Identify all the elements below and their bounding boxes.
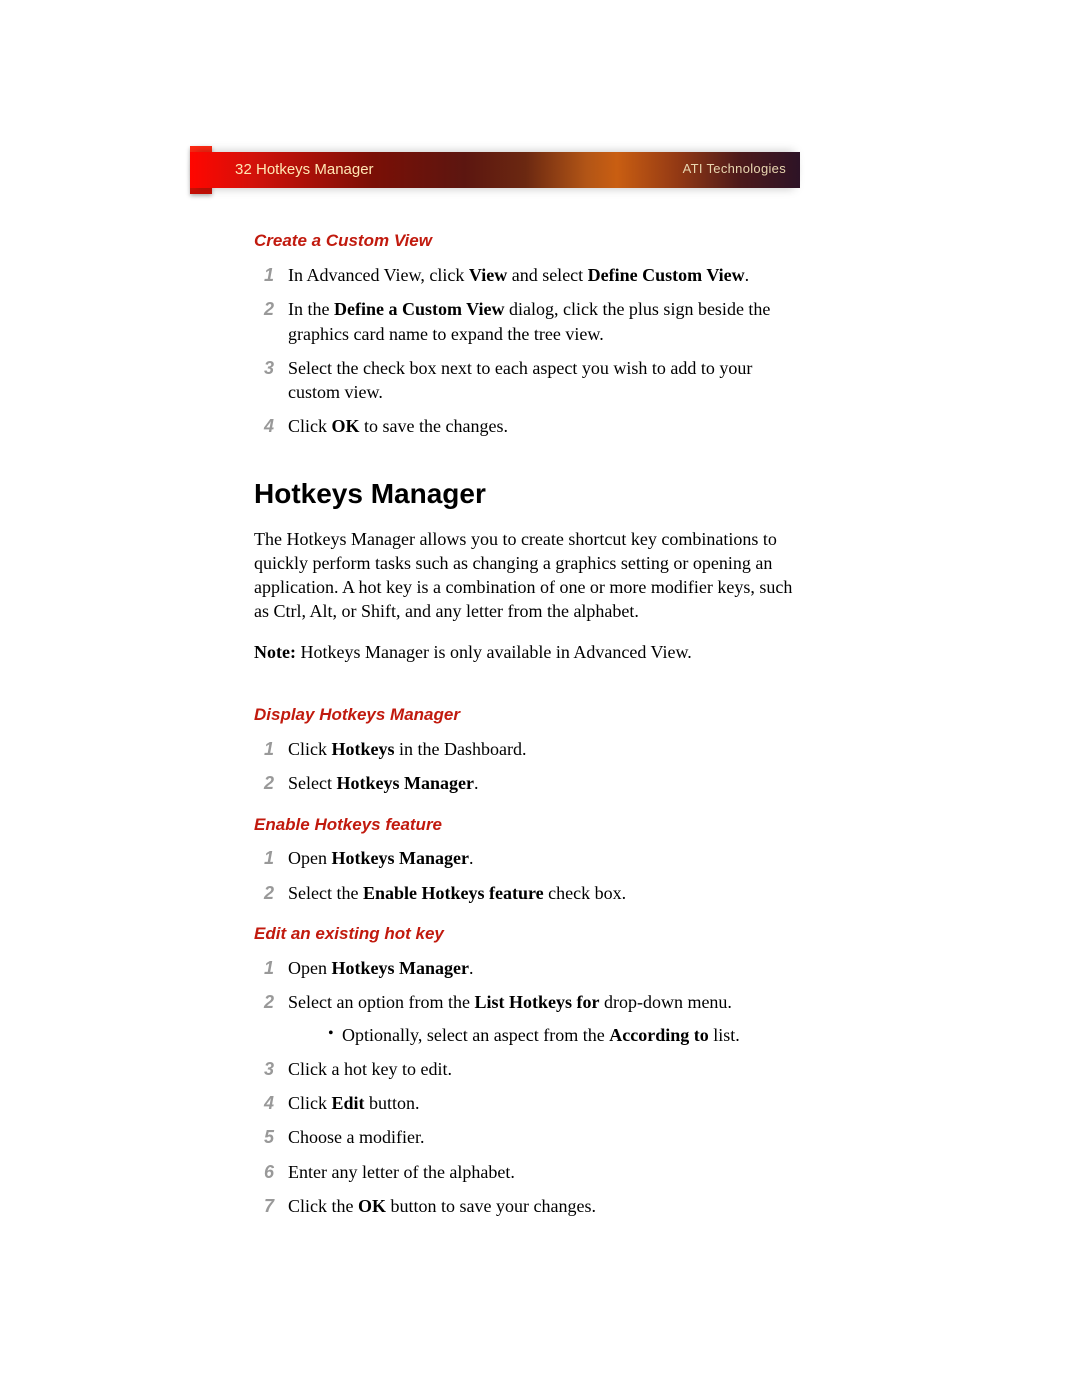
step-bold: Define a Custom View bbox=[334, 299, 504, 319]
step-item: Select the check box next to each aspect… bbox=[254, 356, 794, 405]
step-item: In Advanced View, click View and select … bbox=[254, 263, 794, 287]
step-bold: Edit bbox=[332, 1093, 365, 1113]
step-text: Open bbox=[288, 958, 332, 978]
step-item: Select Hotkeys Manager. bbox=[254, 771, 794, 795]
step-item: Open Hotkeys Manager. bbox=[254, 846, 794, 870]
step-text: Click bbox=[288, 1093, 332, 1113]
page-number: 32 bbox=[235, 161, 252, 178]
step-text: Click the bbox=[288, 1196, 358, 1216]
step-text: Click bbox=[288, 416, 332, 436]
step-bold: Hotkeys bbox=[332, 739, 395, 759]
step-bold: Hotkeys Manager bbox=[332, 848, 469, 868]
page: 32 Hotkeys Manager ATI Technologies Crea… bbox=[0, 0, 1080, 1397]
subhead-display-hotkeys: Display Hotkeys Manager bbox=[254, 704, 794, 727]
subhead-edit-hotkey: Edit an existing hot key bbox=[254, 923, 794, 946]
step-text: in the Dashboard. bbox=[395, 739, 527, 759]
header-brand: ATI Technologies bbox=[683, 161, 786, 176]
step-text: . bbox=[474, 773, 479, 793]
step-text: Select bbox=[288, 773, 336, 793]
step-item: Select an option from the List Hotkeys f… bbox=[254, 990, 794, 1047]
step-item: Click Edit button. bbox=[254, 1091, 794, 1115]
step-item: In the Define a Custom View dialog, clic… bbox=[254, 297, 794, 346]
step-text: button. bbox=[365, 1093, 420, 1113]
step-bold: Hotkeys Manager bbox=[336, 773, 473, 793]
step-item: Click Hotkeys in the Dashboard. bbox=[254, 737, 794, 761]
step-item: Choose a modifier. bbox=[254, 1125, 794, 1149]
paragraph-note: Note: Hotkeys Manager is only available … bbox=[254, 640, 794, 664]
step-text: . bbox=[745, 265, 750, 285]
step-item: Select the Enable Hotkeys feature check … bbox=[254, 881, 794, 905]
step-text: Select the check box next to each aspect… bbox=[288, 358, 752, 402]
sub-bullet-bold: According to bbox=[609, 1025, 708, 1045]
step-text: Select the bbox=[288, 883, 363, 903]
step-bold: View bbox=[469, 265, 507, 285]
step-text: . bbox=[469, 848, 474, 868]
step-item: Click OK to save the changes. bbox=[254, 414, 794, 438]
step-text: In the bbox=[288, 299, 334, 319]
step-text: drop-down menu. bbox=[599, 992, 731, 1012]
step-bold: Enable Hotkeys feature bbox=[363, 883, 544, 903]
steps-enable-hotkeys: Open Hotkeys Manager. Select the Enable … bbox=[254, 846, 794, 905]
paragraph-intro: The Hotkeys Manager allows you to create… bbox=[254, 527, 794, 624]
step-text: In Advanced View, click bbox=[288, 265, 469, 285]
step-text: Click bbox=[288, 739, 332, 759]
step-bold: Define Custom View bbox=[588, 265, 745, 285]
step-text: Open bbox=[288, 848, 332, 868]
header-section-title: Hotkeys Manager bbox=[256, 161, 374, 178]
step-item: Click a hot key to edit. bbox=[254, 1057, 794, 1081]
step-text: Enter any letter of the alphabet. bbox=[288, 1162, 515, 1182]
step-item: Enter any letter of the alphabet. bbox=[254, 1160, 794, 1184]
step-item: Open Hotkeys Manager. bbox=[254, 956, 794, 980]
step-item: Click the OK button to save your changes… bbox=[254, 1194, 794, 1218]
steps-edit-hotkey: Open Hotkeys Manager. Select an option f… bbox=[254, 956, 794, 1218]
sub-bullet-text: Optionally, select an aspect from the bbox=[342, 1025, 609, 1045]
step-bold: Hotkeys Manager bbox=[332, 958, 469, 978]
step-text: button to save your changes. bbox=[386, 1196, 596, 1216]
page-content: Create a Custom View In Advanced View, c… bbox=[254, 212, 794, 1228]
steps-create-custom-view: In Advanced View, click View and select … bbox=[254, 263, 794, 439]
step-text: check box. bbox=[544, 883, 626, 903]
note-text: Hotkeys Manager is only available in Adv… bbox=[296, 642, 692, 662]
step-text: to save the changes. bbox=[360, 416, 508, 436]
step-text: Choose a modifier. bbox=[288, 1127, 424, 1147]
sub-bullet: Optionally, select an aspect from the Ac… bbox=[328, 1023, 794, 1047]
step-bold: OK bbox=[332, 416, 360, 436]
subhead-enable-hotkeys: Enable Hotkeys feature bbox=[254, 814, 794, 837]
page-header-banner: 32 Hotkeys Manager ATI Technologies bbox=[190, 152, 800, 188]
step-text: Select an option from the bbox=[288, 992, 474, 1012]
note-label: Note: bbox=[254, 642, 296, 662]
step-bold: OK bbox=[358, 1196, 386, 1216]
step-text: . bbox=[469, 958, 474, 978]
step-text: Click a hot key to edit. bbox=[288, 1059, 452, 1079]
heading-hotkeys-manager: Hotkeys Manager bbox=[254, 475, 794, 513]
step-bold: List Hotkeys for bbox=[474, 992, 599, 1012]
steps-display-hotkeys: Click Hotkeys in the Dashboard. Select H… bbox=[254, 737, 794, 796]
sub-bullet-text: list. bbox=[709, 1025, 740, 1045]
step-text: and select bbox=[507, 265, 587, 285]
subhead-create-custom-view: Create a Custom View bbox=[254, 230, 794, 253]
